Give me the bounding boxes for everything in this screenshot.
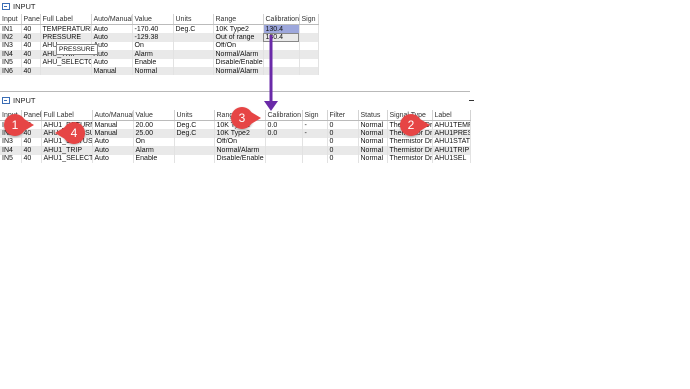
marker-2: 2 — [400, 114, 430, 136]
marker-4: 4 — [55, 122, 85, 144]
marker-1: 1 — [4, 114, 34, 136]
annotation-arrow — [264, 35, 278, 111]
arrow-head — [264, 101, 278, 111]
marker-3: 3 — [231, 107, 261, 129]
